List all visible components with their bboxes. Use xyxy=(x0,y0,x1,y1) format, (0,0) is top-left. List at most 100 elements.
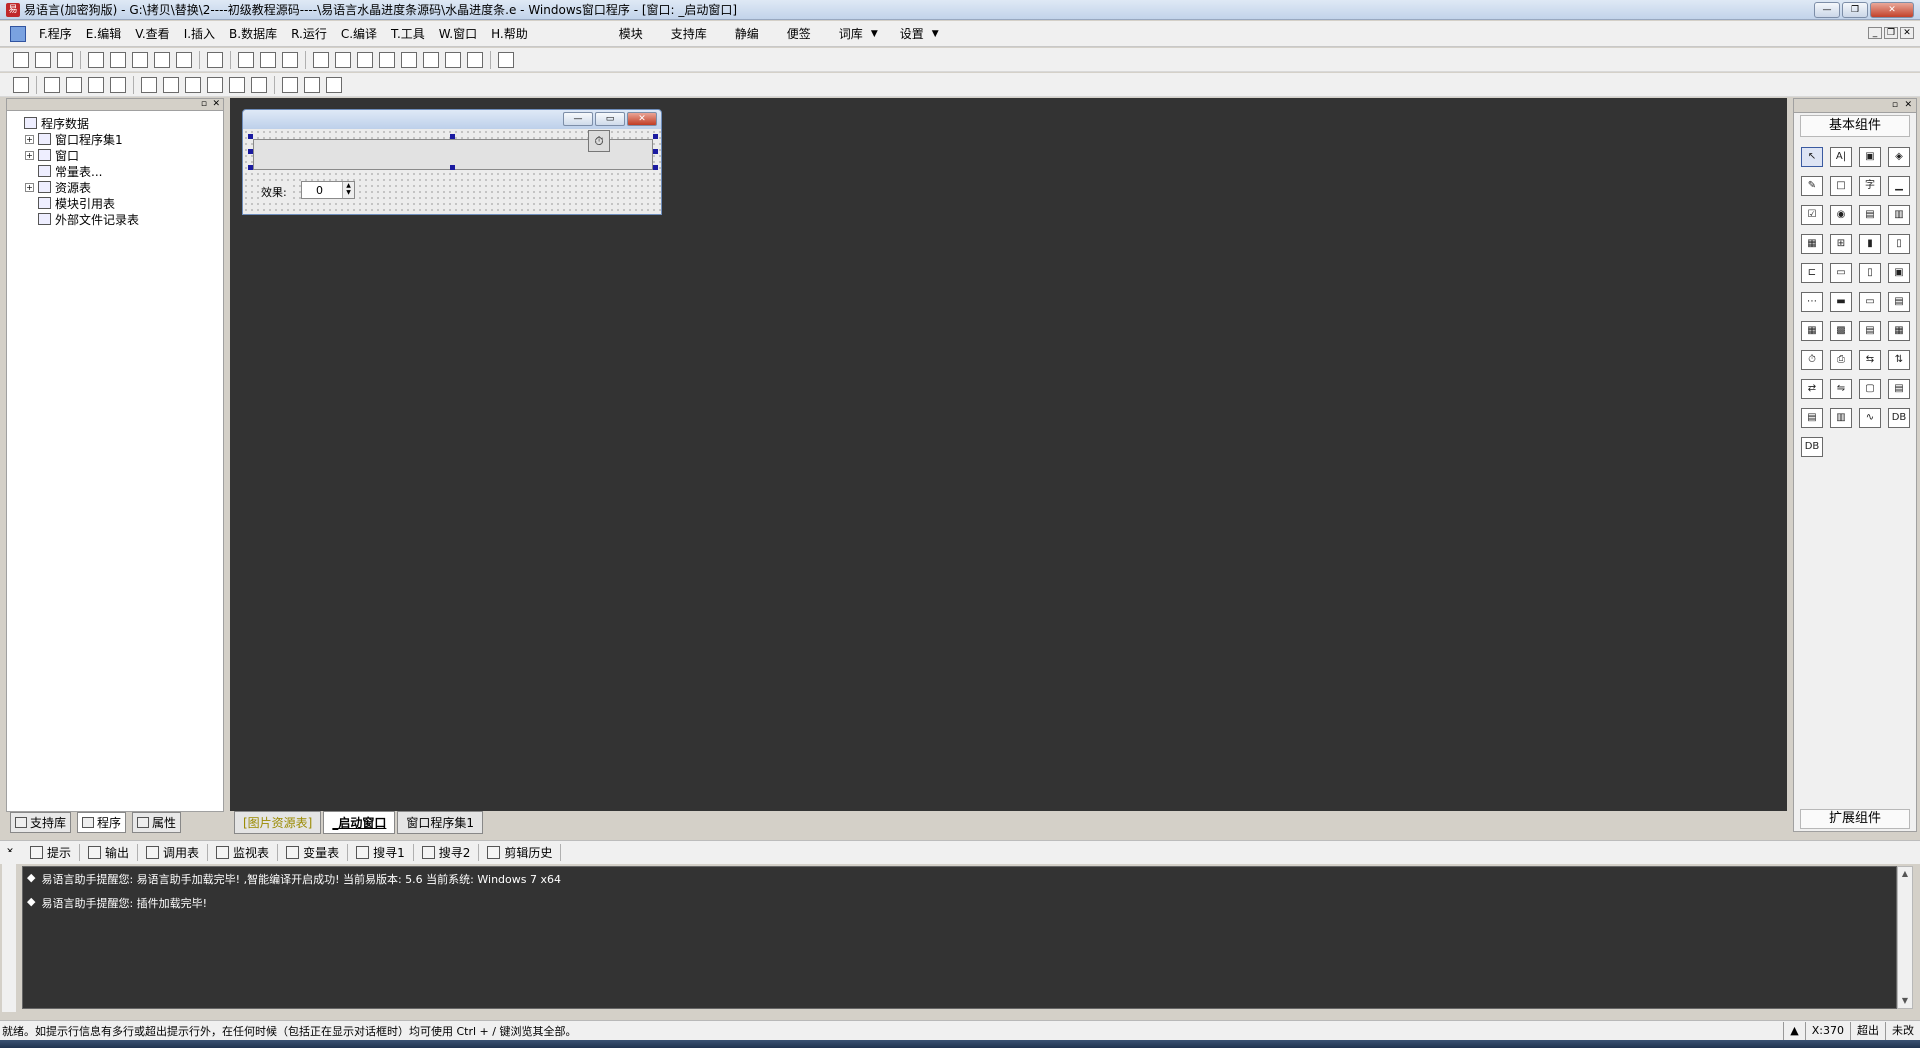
hand-icon[interactable] xyxy=(467,51,483,68)
mdi-close-button[interactable]: ✕ xyxy=(1900,27,1914,39)
menu-edit[interactable]: E.编辑 xyxy=(79,25,128,42)
component-icon[interactable]: ▤ xyxy=(1859,321,1881,341)
menu-program[interactable]: F.程序 xyxy=(32,25,79,42)
run-icon[interactable] xyxy=(313,51,329,68)
undo-icon[interactable] xyxy=(176,51,192,68)
layout1-icon[interactable] xyxy=(238,51,254,68)
component-icon[interactable]: ▥ xyxy=(1888,205,1910,225)
form-maximize-button[interactable]: ▭ xyxy=(595,112,625,126)
menu-run[interactable]: R.运行 xyxy=(284,25,334,42)
mdi-minimize-button[interactable]: _ xyxy=(1868,27,1882,39)
center-h-icon[interactable] xyxy=(229,76,245,93)
pin-icon[interactable]: ▫ xyxy=(1892,99,1898,112)
component-icon[interactable]: ✎ xyxy=(1801,176,1823,196)
step-out-icon[interactable] xyxy=(401,51,417,68)
tree-expander-icon[interactable]: + xyxy=(25,182,34,192)
close-icon[interactable]: ✕ xyxy=(212,99,220,110)
form-minimize-button[interactable]: — xyxy=(563,112,593,126)
tree-expander-icon[interactable]: + xyxy=(25,150,34,160)
same-height-icon[interactable] xyxy=(163,76,179,93)
tree-node[interactable]: + 资源表 xyxy=(25,179,223,195)
timer-icon[interactable]: ⏱ xyxy=(588,130,610,152)
component-icon[interactable]: ▦ xyxy=(1888,321,1910,341)
tab-call-stack[interactable]: 调用表 xyxy=(138,844,209,861)
form-window[interactable]: — ▭ ✕ ⏱ 效果: 0 ▲ ▼ xyxy=(242,109,662,215)
breakpoint-icon[interactable] xyxy=(445,51,461,68)
component-icon[interactable]: ▯ xyxy=(1888,234,1910,254)
component-icon[interactable]: DB xyxy=(1888,408,1910,428)
tab-output[interactable]: 输出 xyxy=(80,844,139,861)
cut-icon[interactable] xyxy=(88,51,104,68)
tab-hint[interactable]: 提示 xyxy=(22,844,81,861)
tab-watch[interactable]: 监视表 xyxy=(208,844,279,861)
form-title-bar[interactable]: — ▭ ✕ xyxy=(243,110,661,129)
document-icon[interactable] xyxy=(10,25,26,42)
component-icon[interactable]: ▤ xyxy=(1801,408,1823,428)
component-icon[interactable]: ⋯ xyxy=(1801,292,1823,312)
component-icon[interactable]: ◈ xyxy=(1888,147,1910,167)
grid-icon[interactable] xyxy=(13,76,29,93)
menu-window[interactable]: W.窗口 xyxy=(432,25,484,42)
component-icon[interactable]: ▢ xyxy=(1859,379,1881,399)
component-icon[interactable]: ▣ xyxy=(1859,147,1881,167)
center-v-icon[interactable] xyxy=(251,76,267,93)
component-icon[interactable]: ⇆ xyxy=(1859,350,1881,370)
menu-notes[interactable]: 便签 xyxy=(773,25,825,42)
tab-program[interactable]: 程序 xyxy=(77,811,127,833)
component-icon[interactable]: 字 xyxy=(1859,176,1881,196)
form-canvas[interactable]: ⏱ 效果: 0 ▲ ▼ xyxy=(243,129,661,214)
menu-database[interactable]: B.数据库 xyxy=(222,25,284,42)
save-icon[interactable] xyxy=(57,51,73,68)
tree-node[interactable]: + 窗口程序集1 xyxy=(25,131,223,147)
component-icon[interactable]: ⊞ xyxy=(1830,234,1852,254)
align-left-icon[interactable] xyxy=(44,76,60,93)
tab-image-resources[interactable]: [图片资源表] xyxy=(234,810,322,834)
same-width-icon[interactable] xyxy=(141,76,157,93)
basic-components-header[interactable]: 基本组件 xyxy=(1800,115,1910,137)
tab-support-lib[interactable]: 支持库 xyxy=(10,811,72,833)
selection-handle[interactable] xyxy=(450,134,455,139)
selection-handle[interactable] xyxy=(653,149,658,154)
tree-node[interactable]: + 窗口 xyxy=(25,147,223,163)
tree-expander-icon[interactable]: + xyxy=(25,134,34,144)
copy-icon[interactable] xyxy=(110,51,126,68)
scroll-down-icon[interactable]: ▼ xyxy=(1898,994,1912,1008)
layout2-icon[interactable] xyxy=(260,51,276,68)
tree-node[interactable]: 程序数据 xyxy=(11,115,223,131)
component-icon[interactable]: ◉ xyxy=(1830,205,1852,225)
component-icon[interactable]: ▦ xyxy=(1801,321,1823,341)
tab-variables[interactable]: 变量表 xyxy=(278,844,349,861)
paste-icon[interactable] xyxy=(132,51,148,68)
component-icon[interactable]: ▤ xyxy=(1888,292,1910,312)
restore-button[interactable]: ❐ xyxy=(1842,2,1868,18)
component-icon[interactable]: ▦ xyxy=(1801,234,1823,254)
selection-handle[interactable] xyxy=(248,165,253,170)
open-file-icon[interactable] xyxy=(35,51,51,68)
menu-view[interactable]: V.查看 xyxy=(128,25,176,42)
tab-properties[interactable]: 属性 xyxy=(132,811,182,833)
new-file-icon[interactable] xyxy=(13,51,29,68)
layout3-icon[interactable] xyxy=(282,51,298,68)
tree-node[interactable]: 外部文件记录表 xyxy=(25,211,223,227)
spin-value[interactable]: 0 xyxy=(302,184,342,197)
extended-components-header[interactable]: 扩展组件 xyxy=(1800,809,1910,829)
tab-clip-history[interactable]: 剪辑历史 xyxy=(479,844,562,861)
component-icon[interactable]: ▭ xyxy=(1859,292,1881,312)
zoom-icon[interactable] xyxy=(326,76,342,93)
mdi-restore-button[interactable]: ❐ xyxy=(1884,27,1898,39)
run-to-icon[interactable] xyxy=(423,51,439,68)
spin-arrows-icon[interactable]: ▲ ▼ xyxy=(342,182,354,198)
component-icon[interactable]: ▬ xyxy=(1830,292,1852,312)
selection-handle[interactable] xyxy=(248,134,253,139)
lock-icon[interactable] xyxy=(304,76,320,93)
effect-spinbox[interactable]: 0 ▲ ▼ xyxy=(301,181,355,199)
component-icon[interactable]: ⏱ xyxy=(1801,350,1823,370)
component-icon[interactable]: ▤ xyxy=(1888,379,1910,399)
redo-icon[interactable] xyxy=(154,51,170,68)
status-arrow-icon[interactable]: ▲ xyxy=(1783,1021,1804,1040)
tree-node[interactable]: 常量表... xyxy=(25,163,223,179)
component-icon[interactable]: ⎙ xyxy=(1830,350,1852,370)
menu-help[interactable]: H.帮助 xyxy=(484,25,535,42)
stop-icon[interactable] xyxy=(335,51,351,68)
align-bottom-icon[interactable] xyxy=(110,76,126,93)
